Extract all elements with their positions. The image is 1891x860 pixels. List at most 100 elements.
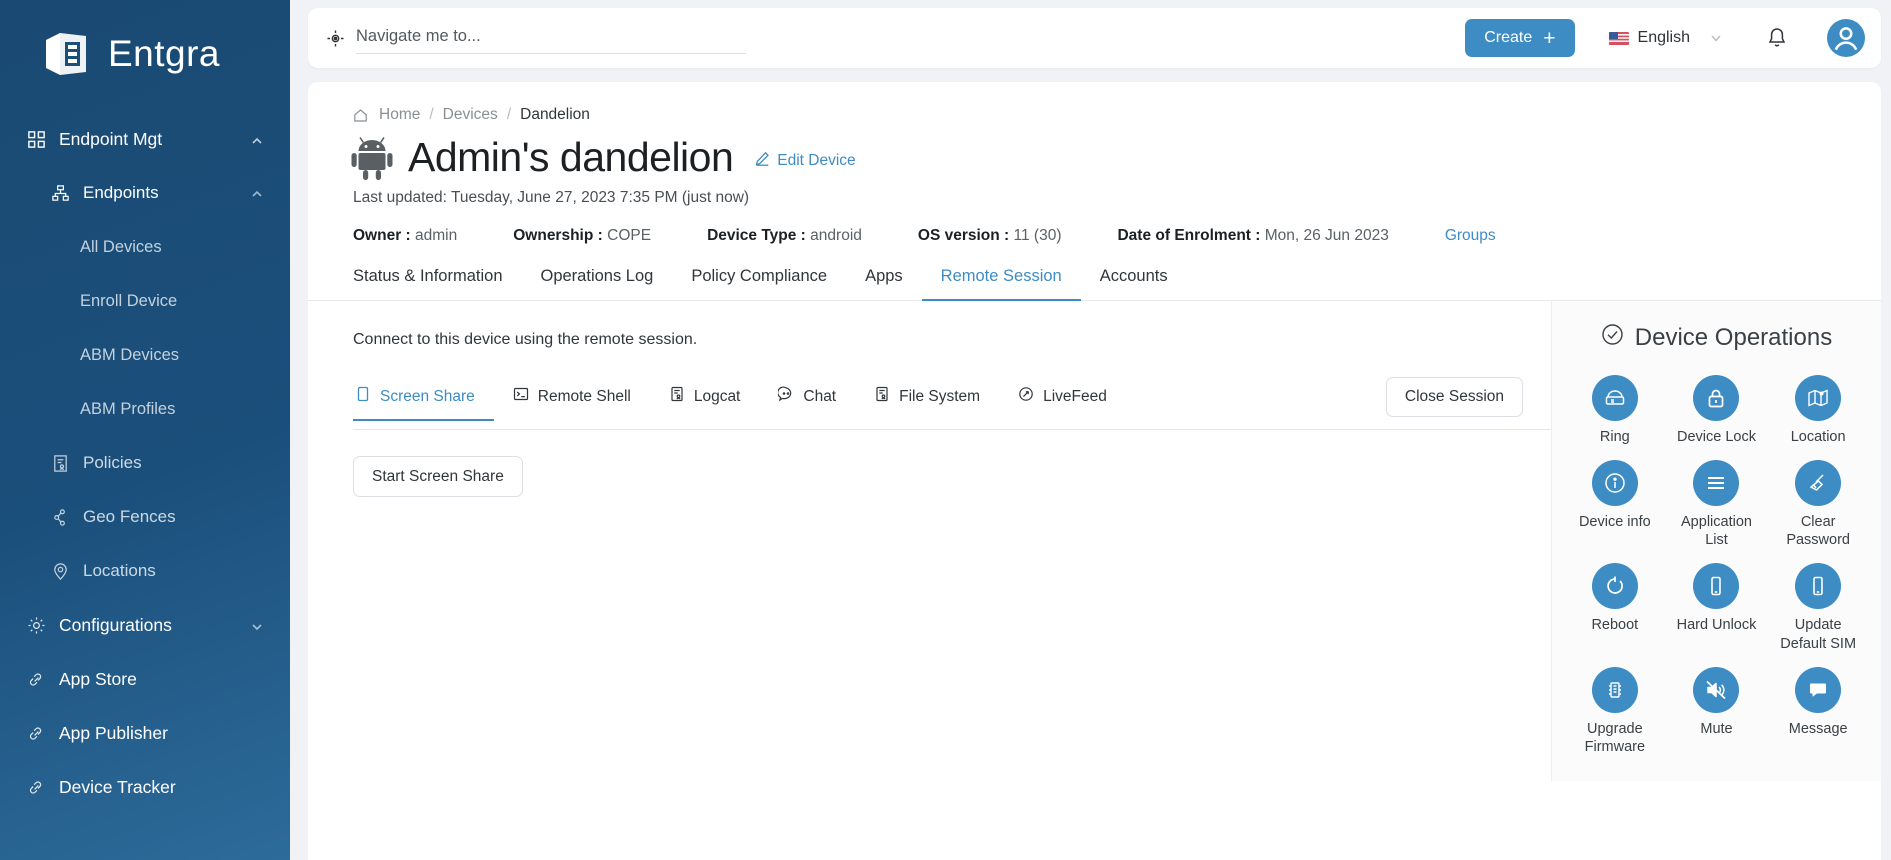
reboot-icon (1591, 563, 1638, 610)
sidebar-item-all-devices[interactable]: All Devices (0, 220, 290, 274)
op-device-lock[interactable]: Device Lock (1666, 375, 1768, 446)
tab-operations-log[interactable]: Operations Log (522, 267, 673, 301)
sidebar-item-locations[interactable]: Locations (0, 544, 290, 598)
op-message[interactable]: Message (1767, 666, 1869, 756)
brand-logo[interactable]: Entgra (0, 0, 290, 82)
remote-session-description: Connect to this device using the remote … (353, 331, 698, 348)
op-upgrade-firmware[interactable]: Upgrade Firmware (1564, 666, 1666, 756)
mute-icon (1693, 666, 1740, 713)
link-icon (26, 777, 46, 797)
sidebar-item-app-publisher[interactable]: App Publisher (0, 706, 290, 760)
op-clear-password[interactable]: Clear Password (1767, 460, 1869, 549)
sidebar-item-label: App Publisher (59, 722, 168, 743)
pencil-icon (755, 151, 770, 171)
sidebar-item-abm-devices[interactable]: ABM Devices (0, 328, 290, 382)
subtab-chat[interactable]: Chat (759, 386, 855, 421)
livefeed-icon (1018, 386, 1034, 407)
screen-share-icon (355, 386, 371, 407)
breadcrumb-current: Dandelion (520, 106, 590, 123)
subtab-label: LiveFeed (1043, 387, 1107, 405)
op-reboot[interactable]: Reboot (1564, 563, 1666, 652)
meta-label: Owner : (353, 227, 411, 244)
op-label: Hard Unlock (1676, 617, 1757, 634)
tab-remote-session[interactable]: Remote Session (921, 267, 1081, 301)
op-label: Upgrade Firmware (1584, 720, 1646, 755)
create-button[interactable]: Create + (1465, 19, 1575, 57)
op-update-default-sim[interactable]: Update Default SIM (1767, 563, 1869, 652)
bell-icon[interactable] (1765, 26, 1789, 50)
meta-date-of-enrolment: Date of Enrolment : Mon, 26 Jun 2023 (1117, 227, 1388, 245)
tab-panes: Connect to this device using the remote … (308, 301, 1881, 781)
device-operations-title: Device Operations (1564, 323, 1869, 353)
search-input[interactable] (356, 22, 746, 54)
sidebar-item-policies[interactable]: Policies (0, 436, 290, 490)
tab-status-information[interactable]: Status & Information (353, 267, 522, 301)
content-card: Home / Devices / Dandelion Admin's dande… (308, 82, 1881, 860)
subtab-screen-share[interactable]: Screen Share (353, 386, 494, 421)
chevron-up-icon[interactable] (250, 186, 264, 200)
op-device-info[interactable]: Device info (1564, 460, 1666, 549)
plus-icon: + (1543, 26, 1556, 50)
start-screen-share-button[interactable]: Start Screen Share (353, 456, 523, 497)
op-label: Device Lock (1677, 429, 1756, 445)
breadcrumb-separator: / (506, 106, 512, 123)
subtab-livefeed[interactable]: LiveFeed (999, 386, 1126, 421)
lock-icon (1693, 375, 1740, 421)
breadcrumb-separator: / (429, 106, 434, 123)
top-bar: Create + English (308, 8, 1881, 68)
chevron-up-icon[interactable] (250, 132, 264, 146)
meta-value: admin (415, 227, 458, 244)
tab-policy-compliance[interactable]: Policy Compliance (672, 267, 846, 301)
sidebar-item-label: Geo Fences (83, 507, 176, 526)
subtab-logcat[interactable]: Logcat (650, 386, 760, 421)
subtab-label: Chat (803, 387, 837, 405)
device-operations-title-label: Device Operations (1634, 324, 1833, 351)
groups-link[interactable]: Groups (1445, 227, 1496, 245)
navigate-search[interactable] (326, 22, 746, 54)
user-avatar-icon[interactable] (1827, 19, 1865, 57)
op-hard-unlock[interactable]: Hard Unlock (1666, 563, 1768, 652)
sidebar-item-enroll-device[interactable]: Enroll Device (0, 274, 290, 328)
op-ring[interactable]: Ring (1564, 375, 1666, 446)
breadcrumb-devices[interactable]: Devices (443, 106, 498, 124)
sidebar-item-endpoints[interactable]: Endpoints (0, 166, 290, 220)
sidebar-item-configurations[interactable]: Configurations (0, 598, 290, 652)
subtab-file-system[interactable]: File System (855, 386, 999, 421)
grid-icon (26, 129, 46, 149)
op-location[interactable]: Location (1767, 375, 1869, 446)
meta-device-type: Device Type : android (707, 227, 862, 245)
op-mute[interactable]: Mute (1666, 666, 1768, 756)
android-robot-icon (350, 135, 394, 181)
ring-phone-icon (1591, 375, 1638, 421)
meta-os-version: OS version : 11 (30) (918, 227, 1062, 245)
language-selector[interactable]: English (1608, 29, 1723, 47)
sidebar-item-label: ABM Profiles (80, 399, 176, 418)
op-application-list[interactable]: Application List (1666, 460, 1768, 549)
subtab-remote-shell[interactable]: Remote Shell (494, 386, 650, 421)
meta-value: COPE (607, 227, 652, 244)
create-button-label: Create (1484, 29, 1533, 46)
sidebar-item-label: All Devices (80, 237, 162, 256)
chevron-down-icon[interactable] (1709, 31, 1723, 45)
main-area: Create + English (290, 0, 1891, 860)
subtab-label: Remote Shell (537, 387, 631, 405)
chevron-down-icon[interactable] (250, 618, 264, 632)
sidebar-item-abm-profiles[interactable]: ABM Profiles (0, 382, 290, 436)
meta-ownership: Ownership : COPE (513, 227, 651, 245)
tab-apps[interactable]: Apps (846, 267, 922, 301)
meta-label: Ownership : (513, 227, 603, 244)
subtab-label: Logcat (693, 387, 741, 405)
sidebar-item-app-store[interactable]: App Store (0, 652, 290, 706)
edit-device-link[interactable]: Edit Device (755, 151, 856, 171)
sidebar-item-label: Device Tracker (59, 776, 176, 797)
tab-accounts[interactable]: Accounts (1081, 267, 1187, 301)
sidebar-item-endpoint-mgt[interactable]: Endpoint Mgt (0, 112, 290, 166)
breadcrumb-home[interactable]: Home (379, 106, 420, 124)
sidebar: Entgra Endpoint Mgt Endpoints All Device… (0, 0, 290, 860)
page-title: Admin's dandelion (408, 134, 734, 180)
sidebar-item-device-tracker[interactable]: Device Tracker (0, 760, 290, 814)
sidebar-item-label: Endpoints (83, 183, 159, 202)
broom-icon (1795, 460, 1842, 507)
sidebar-item-geo-fences[interactable]: Geo Fences (0, 490, 290, 544)
close-session-button[interactable]: Close Session (1385, 377, 1523, 417)
